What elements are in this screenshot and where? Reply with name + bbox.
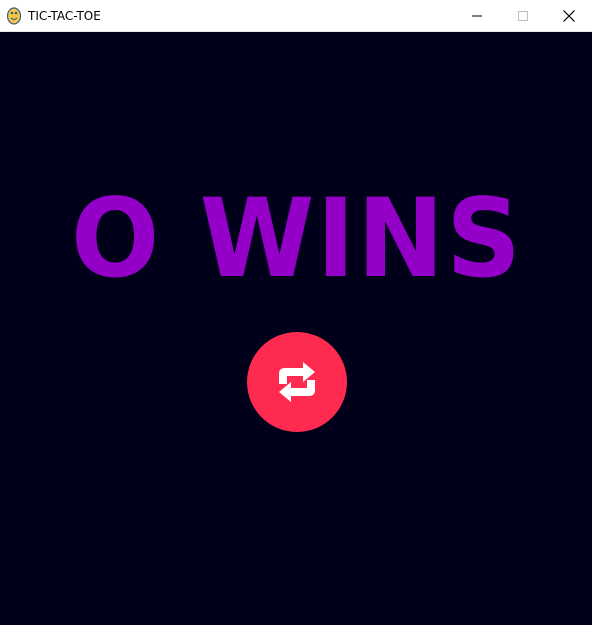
pygame-snake-icon [6, 6, 22, 25]
game-window: TIC-TAC-TOE O WINS [0, 0, 592, 625]
game-canvas: O WINS [0, 32, 592, 625]
restart-icon [279, 362, 315, 402]
minimize-icon [472, 15, 482, 17]
maximize-button[interactable] [500, 0, 546, 32]
window-title: TIC-TAC-TOE [28, 8, 101, 23]
title-bar[interactable]: TIC-TAC-TOE [0, 0, 592, 32]
close-icon [563, 10, 575, 22]
minimize-button[interactable] [454, 0, 500, 32]
restart-button[interactable] [247, 332, 347, 432]
close-button[interactable] [546, 0, 592, 32]
winner-message: O WINS [71, 173, 523, 303]
window-controls [454, 0, 592, 32]
maximize-icon [518, 11, 528, 21]
